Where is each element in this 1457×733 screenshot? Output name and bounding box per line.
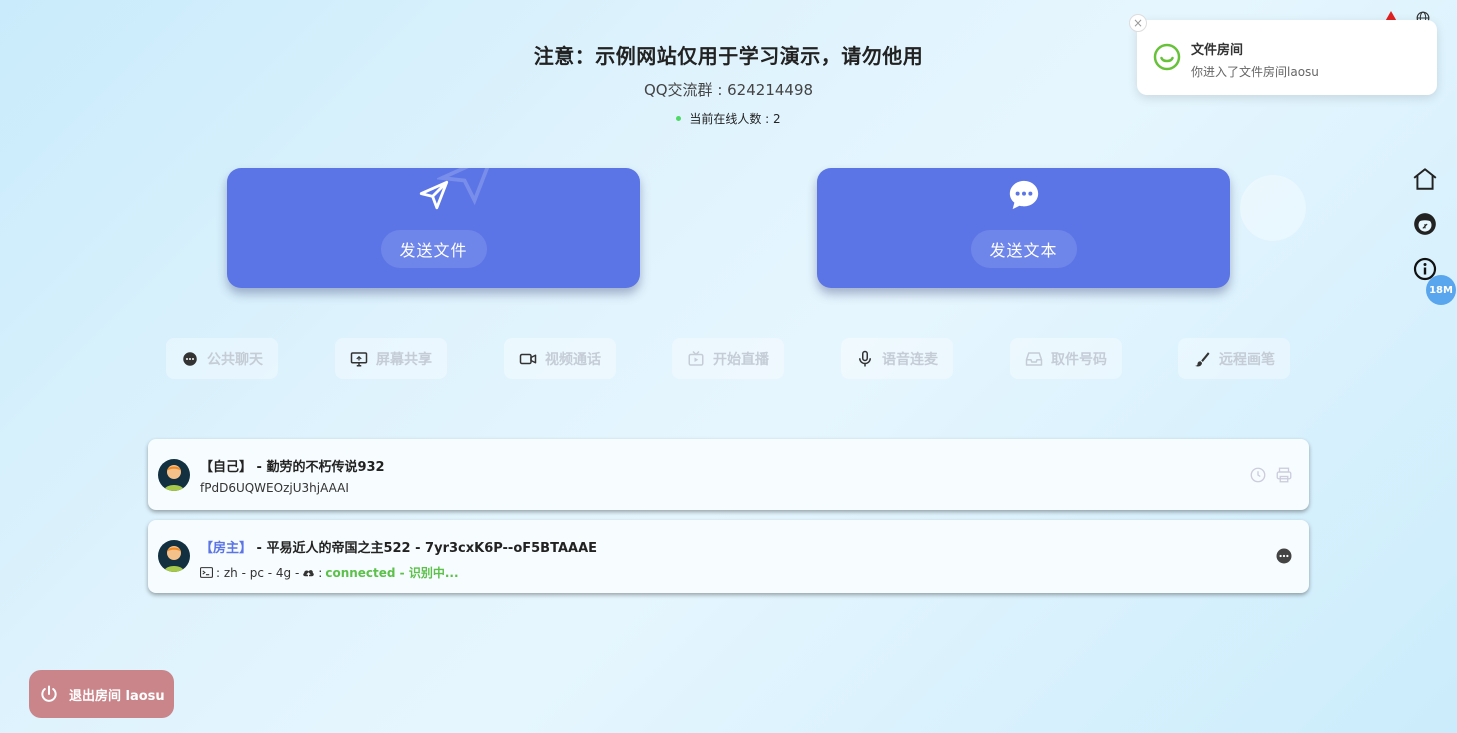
- feature-label: 屏幕共享: [376, 351, 432, 368]
- toast-close-button[interactable]: ×: [1129, 14, 1147, 32]
- message-bubble-icon: [1009, 180, 1038, 210]
- connection-status: connected - 识别中...: [325, 566, 459, 580]
- device-info-text: : zh - pc - 4g -: [216, 565, 300, 580]
- self-tag: 【自己】: [200, 460, 253, 475]
- user-nickname: 勤劳的不朽传说932: [266, 460, 385, 475]
- video-camera-icon: [519, 353, 537, 364]
- user-title: 【房主】 - 平易近人的帝国之主522 - 7yr3cxK6P--oF5BTAA…: [200, 537, 597, 556]
- status-sep: :: [318, 565, 323, 580]
- send-text-card[interactable]: 发送文本: [817, 168, 1230, 288]
- size-badge[interactable]: 18M: [1426, 275, 1456, 305]
- send-file-card[interactable]: 发送文件: [227, 168, 640, 288]
- feature-start-live[interactable]: 开始直播: [672, 338, 784, 379]
- feature-voice-link[interactable]: 语音连麦: [841, 338, 953, 379]
- home-icon[interactable]: [1411, 165, 1439, 193]
- user-sep: -: [252, 541, 267, 556]
- user-title: 【自己】 - 勤劳的不朽传说932: [200, 456, 385, 475]
- monitor-share-icon: [350, 351, 368, 366]
- avatar: [158, 540, 190, 572]
- online-count-text: 当前在线人数 : 2: [689, 112, 781, 126]
- feature-bar: 公共聊天 屏幕共享 视频通话 开始直播 语音连麦 取件号码 远程画笔: [166, 338, 1290, 379]
- feature-label: 开始直播: [713, 351, 769, 368]
- chat-bubble-icon: [183, 351, 197, 366]
- feature-label: 视频通话: [545, 351, 601, 368]
- feature-video-call[interactable]: 视频通话: [504, 338, 616, 379]
- clock-icon[interactable]: [1249, 466, 1267, 484]
- online-count: 当前在线人数 : 2: [0, 110, 1457, 127]
- tv-live-icon: [688, 350, 704, 366]
- user-sep: -: [252, 460, 267, 475]
- chat-icon[interactable]: [1275, 547, 1293, 565]
- decorative-bubble: [1240, 175, 1306, 241]
- inbox-icon: [1025, 351, 1043, 366]
- host-tag: 【房主】: [200, 541, 253, 556]
- feature-public-chat[interactable]: 公共聊天: [166, 338, 278, 379]
- feature-remote-brush[interactable]: 远程画笔: [1178, 338, 1290, 379]
- paper-plane-icon: [419, 180, 448, 210]
- feature-label: 取件号码: [1051, 351, 1107, 368]
- online-dot-icon: [676, 116, 682, 121]
- user-nickname: 平易近人的帝国之主522 - 7yr3cxK6P--oF5BTAAAE: [266, 541, 598, 556]
- feature-pickup-code[interactable]: 取件号码: [1010, 338, 1122, 379]
- send-text-button[interactable]: 发送文本: [970, 230, 1077, 268]
- success-smile-icon: [1153, 43, 1181, 71]
- user-card-self: 【自己】 - 勤劳的不朽传说932 fPdD6UQWEOzjU3hjAAAI: [148, 439, 1309, 510]
- power-icon: [41, 685, 57, 702]
- avatar: [158, 459, 190, 491]
- toast-title: 文件房间: [1191, 43, 1244, 58]
- feature-screen-share[interactable]: 屏幕共享: [335, 338, 447, 379]
- exit-room-label: 退出房间 laosu: [69, 688, 165, 704]
- toast-message: 你进入了文件房间laosu: [1191, 65, 1319, 79]
- feature-label: 语音连麦: [882, 351, 938, 368]
- exit-room-button[interactable]: 退出房间 laosu: [29, 670, 174, 718]
- toast-notification: 文件房间 你进入了文件房间laosu: [1137, 20, 1437, 95]
- user-avatar-icon[interactable]: [1411, 210, 1439, 238]
- user-socket-id: fPdD6UQWEOzjU3hjAAAI: [200, 481, 349, 495]
- feature-label: 远程画笔: [1219, 351, 1275, 368]
- terminal-icon: [200, 567, 213, 578]
- send-file-button[interactable]: 发送文件: [380, 230, 487, 268]
- brush-icon: [1195, 351, 1210, 366]
- printer-icon[interactable]: [1275, 466, 1293, 484]
- cloud-upload-icon: [303, 569, 315, 578]
- user-device-info: : zh - pc - 4g - : connected - 识别中...: [200, 564, 459, 581]
- feature-label: 公共聊天: [207, 351, 263, 368]
- microphone-icon: [859, 350, 871, 366]
- user-card-host: 【房主】 - 平易近人的帝国之主522 - 7yr3cxK6P--oF5BTAA…: [148, 520, 1309, 593]
